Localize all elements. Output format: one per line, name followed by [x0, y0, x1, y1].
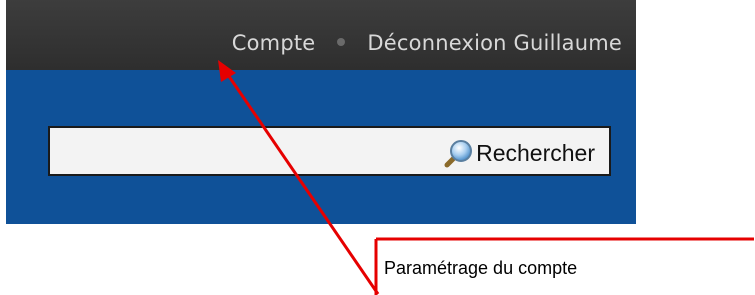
search-button[interactable]: Rechercher — [444, 138, 595, 168]
search-button-label: Rechercher — [476, 139, 595, 166]
site-header: Compte Déconnexion Guillaume Rechercher — [6, 0, 636, 224]
logout-link[interactable]: Déconnexion Guillaume — [367, 31, 622, 55]
magnifier-icon — [444, 140, 473, 168]
callout-label: Paramétrage du compte — [384, 258, 578, 278]
top-nav-bar: Compte Déconnexion Guillaume — [6, 0, 636, 70]
user-nav: Compte Déconnexion Guillaume — [232, 30, 622, 55]
separator-dot — [337, 38, 346, 46]
account-link[interactable]: Compte — [232, 31, 316, 55]
header-banner: Rechercher — [6, 70, 636, 224]
search-input[interactable]: Rechercher — [48, 126, 611, 176]
